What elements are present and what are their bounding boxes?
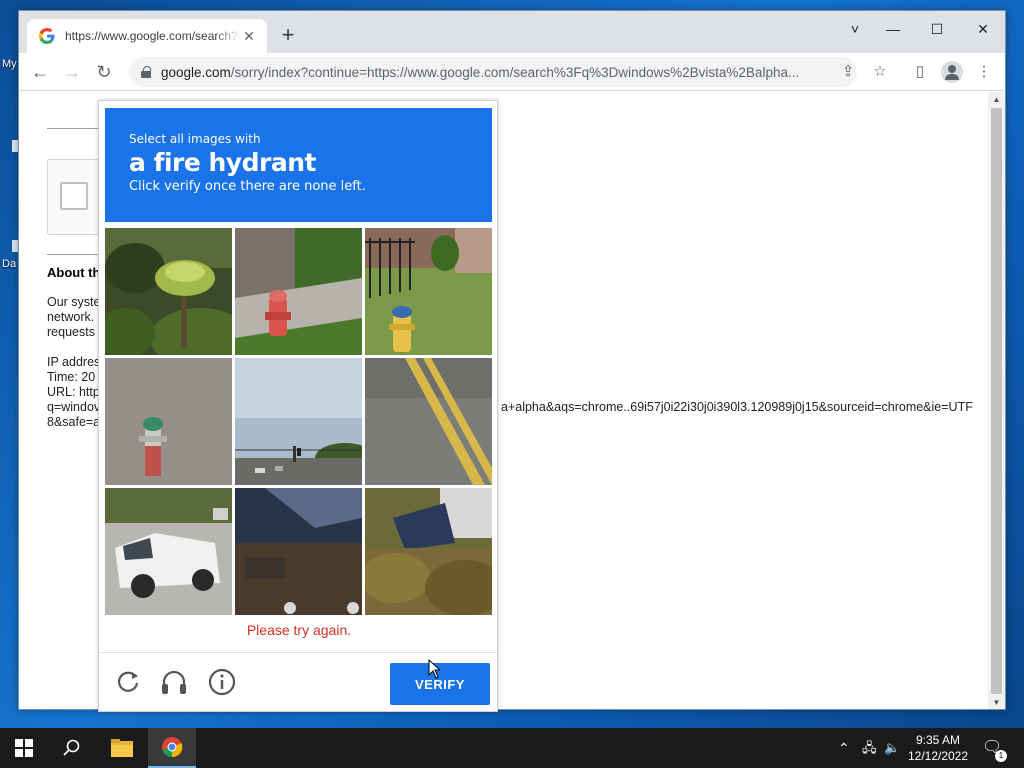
notification-center-icon[interactable]: 🗨: [982, 728, 1002, 768]
folder-icon: [111, 739, 133, 757]
address-url[interactable]: google.com/sorry/index?continue=https://…: [161, 65, 821, 80]
recaptcha-checkbox[interactable]: [60, 182, 88, 210]
challenge-subtext: Click verify once there are none left.: [129, 179, 366, 194]
share-icon[interactable]: ⇪: [837, 61, 859, 83]
time-text: Time: 20: [47, 370, 96, 384]
desktop-icon-label[interactable]: Da: [2, 258, 16, 270]
challenge-instruction: Select all images with: [129, 132, 261, 146]
captcha-tile[interactable]: [365, 358, 492, 485]
info-text: requests: [47, 325, 95, 339]
menu-dots-icon[interactable]: ⋮: [973, 61, 995, 83]
close-window-button[interactable]: ✕: [961, 15, 1005, 43]
side-panel-icon[interactable]: ▯: [909, 61, 931, 83]
start-button[interactable]: [0, 728, 48, 768]
captcha-tile[interactable]: [235, 228, 362, 355]
show-hidden-icons-button[interactable]: ⌃: [838, 728, 850, 768]
captcha-tile[interactable]: [105, 488, 232, 615]
notification-badge: 1: [995, 750, 1007, 762]
error-message: Please try again.: [246, 622, 352, 638]
network-icon[interactable]: 🖧: [862, 728, 877, 768]
search-icon: [63, 739, 80, 756]
browser-toolbar: ← → ↻ google.com/sorry/index?continue=ht…: [19, 53, 1005, 91]
about-heading: About th: [47, 265, 101, 280]
verify-button[interactable]: VERIFY: [390, 663, 490, 705]
challenge-target: a fire hydrant: [129, 148, 316, 177]
info-icon[interactable]: [207, 667, 237, 697]
scroll-up-icon[interactable]: ▲: [988, 92, 1005, 108]
captcha-tile[interactable]: [365, 488, 492, 615]
captcha-tile[interactable]: [235, 488, 362, 615]
profile-avatar-icon[interactable]: [941, 61, 963, 83]
url-text: q=windov: [47, 400, 101, 414]
clock-time: 9:35 AM: [915, 733, 961, 747]
windows-logo-icon: [15, 739, 33, 757]
taskbar: ⌃ 🖧 🔈 9:35 AM 12/12/2022 🗨 1: [0, 728, 1024, 768]
volume-icon[interactable]: 🔈: [884, 728, 900, 768]
minimize-button[interactable]: —: [871, 15, 915, 43]
scroll-down-icon[interactable]: ▼: [988, 695, 1005, 709]
url-text: 8&safe=a: [47, 415, 101, 429]
page-scrollbar[interactable]: ▲ ▼: [988, 92, 1005, 709]
desktop-icon-label[interactable]: My: [2, 58, 17, 70]
captcha-tile[interactable]: [365, 228, 492, 355]
forward-arrow-icon[interactable]: →: [59, 59, 85, 85]
url-text: a+alpha&aqs=chrome..69i57j0i22i30j0i390l…: [501, 400, 973, 414]
url-text: URL: http: [47, 385, 100, 399]
lock-icon[interactable]: [141, 66, 151, 78]
captcha-tile[interactable]: [105, 228, 232, 355]
info-text: network.: [47, 310, 95, 324]
clock-date: 12/12/2022: [907, 749, 969, 763]
reload-icon[interactable]: [113, 667, 143, 697]
ip-address-text: IP addres: [47, 355, 101, 369]
captcha-tile[interactable]: [105, 358, 232, 485]
close-tab-icon[interactable]: ✕: [241, 28, 257, 44]
tab-title: https://www.google.com/search?q=windows+…: [65, 29, 241, 43]
challenge-header: Select all images with a fire hydrant Cl…: [105, 108, 492, 222]
tab-strip: https://www.google.com/search?q=windows+…: [19, 11, 1005, 53]
scroll-thumb[interactable]: [991, 108, 1002, 694]
bookmark-star-icon[interactable]: ☆: [869, 61, 891, 83]
search-button[interactable]: [48, 728, 96, 768]
chrome-taskbar-button[interactable]: [148, 728, 196, 768]
mouse-cursor-icon: [428, 659, 440, 679]
google-g-icon: [39, 28, 55, 44]
image-grid: [105, 228, 492, 615]
file-explorer-button[interactable]: [98, 728, 146, 768]
chrome-icon: [162, 737, 183, 758]
maximize-button[interactable]: ☐: [915, 15, 959, 43]
browser-tab[interactable]: https://www.google.com/search?q=windows+…: [27, 19, 267, 53]
reload-icon[interactable]: ↻: [91, 59, 117, 85]
captcha-tile[interactable]: [235, 358, 362, 485]
headphones-icon[interactable]: [159, 667, 189, 697]
system-clock[interactable]: 9:35 AM 12/12/2022: [902, 732, 974, 764]
captcha-challenge: Select all images with a fire hydrant Cl…: [98, 100, 498, 712]
new-tab-button[interactable]: +: [277, 24, 299, 47]
back-arrow-icon[interactable]: ←: [27, 59, 53, 85]
address-bar[interactable]: google.com/sorry/index?continue=https://…: [129, 57, 857, 87]
info-text: Our syste: [47, 295, 101, 309]
